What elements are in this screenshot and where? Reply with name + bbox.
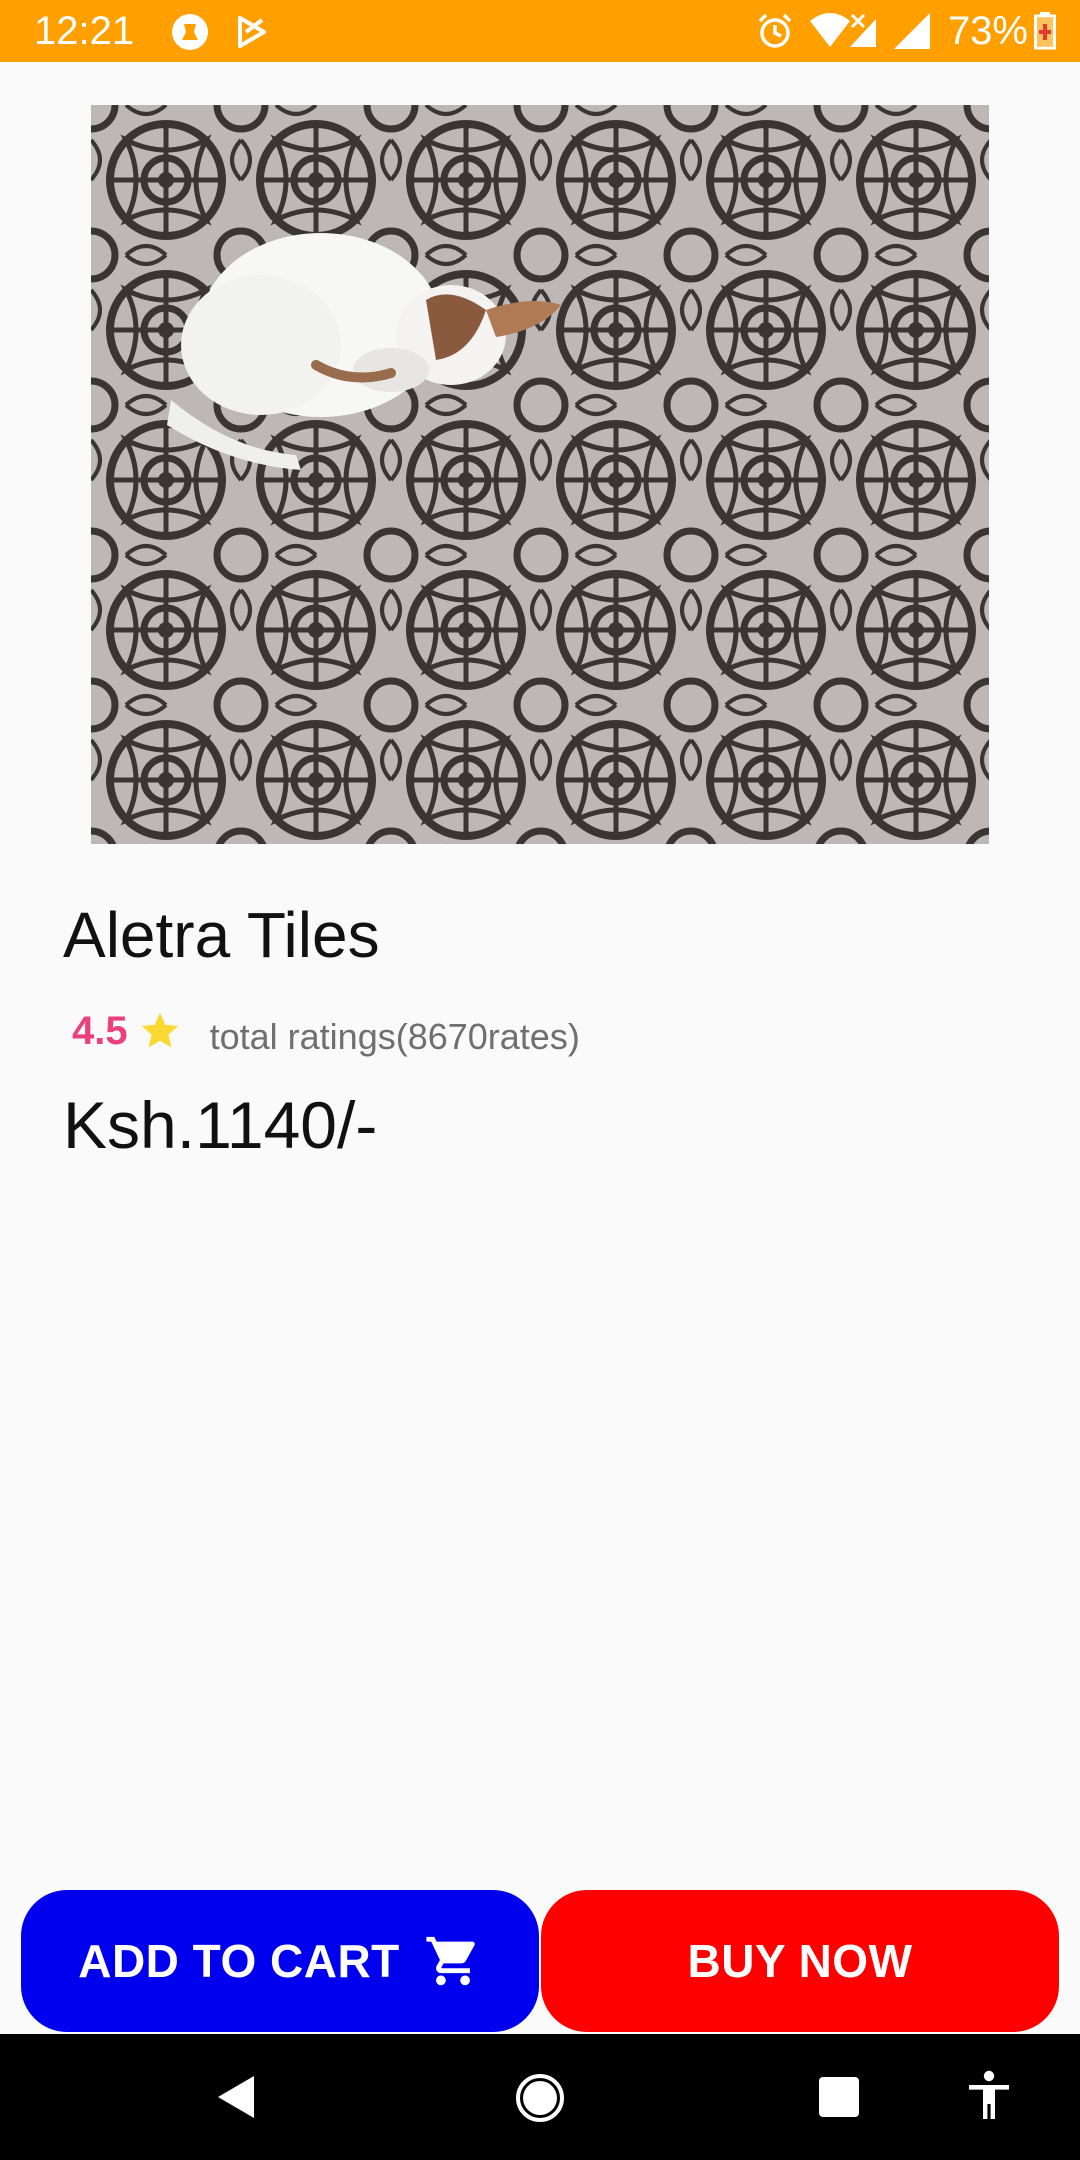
notification-app-icon: [172, 14, 208, 50]
add-to-cart-button[interactable]: ADD TO CART: [21, 1890, 539, 2032]
back-icon[interactable]: [214, 2074, 258, 2120]
rating-value: 4.5: [72, 1008, 128, 1053]
product-price: Ksh.1140/-: [63, 1088, 378, 1162]
product-detail-screen: 12:21 73% Aletra Tiles 4.5 total ratings…: [0, 0, 1080, 2160]
product-image: [91, 105, 989, 844]
status-bar: 12:21 73%: [0, 0, 1080, 62]
alarm-icon: [758, 13, 792, 48]
battery-percent: 73%: [947, 9, 1028, 53]
shopping-cart-icon: [426, 1936, 475, 1986]
star-icon: [141, 1012, 178, 1048]
accessibility-icon[interactable]: [965, 2070, 1013, 2122]
home-icon[interactable]: [514, 2072, 566, 2124]
wifi-icon: [809, 13, 876, 47]
signal-icon: [893, 13, 930, 49]
buy-now-button[interactable]: BUY NOW: [541, 1890, 1059, 2032]
rating-row: 4.5 total ratings(8670rates): [72, 1003, 580, 1059]
product-name: Aletra Tiles: [63, 899, 380, 971]
battery-icon: [1034, 12, 1056, 50]
status-icons: 73%: [742, 8, 1056, 54]
rating-count-text: total ratings(8670rates): [209, 1016, 580, 1057]
recents-icon[interactable]: [818, 2076, 860, 2118]
status-time: 12:21: [34, 9, 135, 53]
system-nav-bar: [0, 2034, 1080, 2160]
add-to-cart-label: ADD TO CART: [78, 1935, 400, 1987]
play-store-icon: [238, 16, 266, 48]
buy-now-label: BUY NOW: [687, 1935, 913, 1987]
